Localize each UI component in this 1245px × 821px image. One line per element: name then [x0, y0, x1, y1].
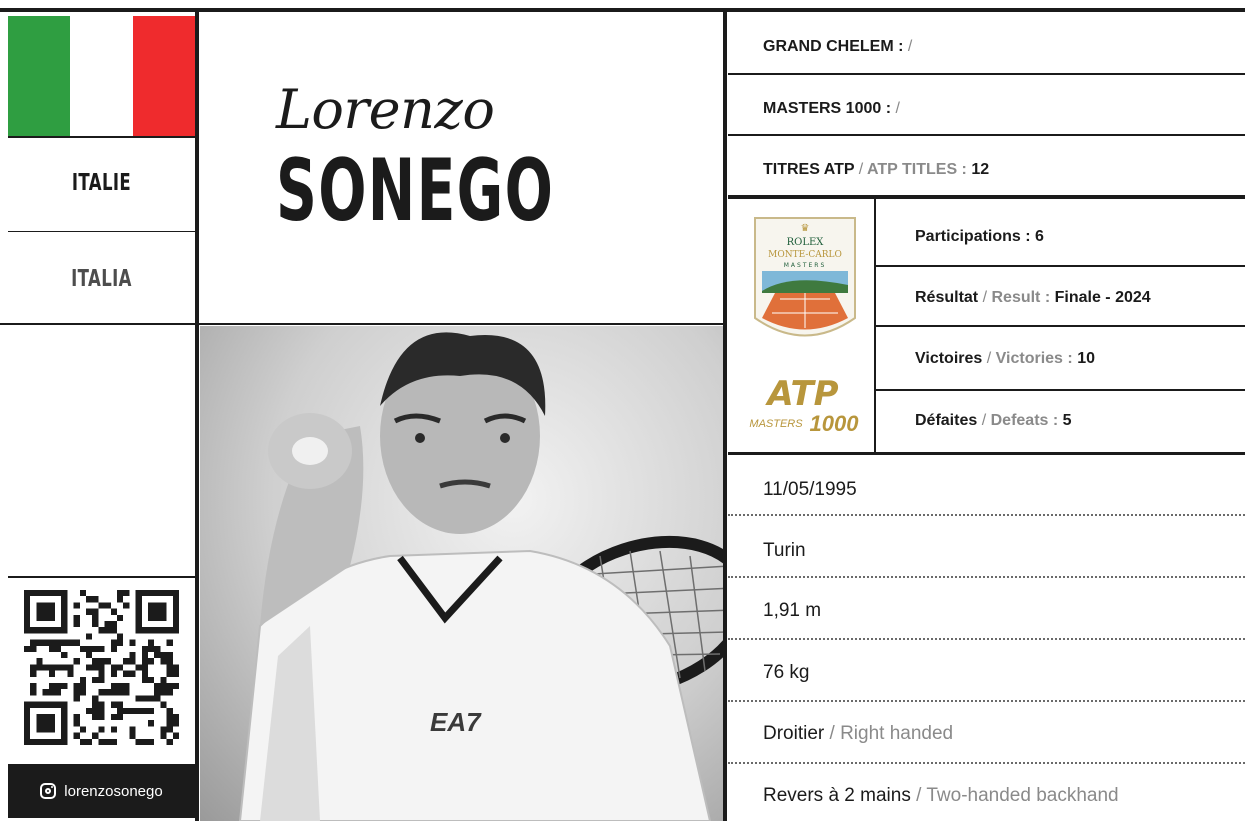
- logo-masters-text: MASTERS: [784, 262, 827, 269]
- separator: /: [986, 350, 992, 367]
- atp-masters-1000-logo: ATP MASTERS 1000: [749, 375, 860, 435]
- victories-label-fr: Victoires: [915, 350, 983, 367]
- player-photo: EA7: [200, 326, 723, 821]
- divider: [876, 265, 1245, 267]
- weight: 76 kg: [763, 662, 810, 683]
- victories-row: Victoires / Victories : 10: [915, 350, 1095, 368]
- divider: [728, 452, 1245, 455]
- separator: /: [829, 723, 835, 744]
- backhand-en: Two-handed backhand: [926, 785, 1119, 806]
- svg-text:♛: ♛: [801, 223, 810, 234]
- birthdate: 11/05/1995: [763, 479, 857, 500]
- divider: [8, 576, 195, 578]
- masters-label: MASTERS 1000 :: [763, 100, 892, 117]
- divider: [728, 73, 1245, 75]
- defeats-row: Défaites / Defeats : 5: [915, 412, 1072, 430]
- dotted-divider: [728, 762, 1245, 764]
- result-value: Finale - 2024: [1054, 289, 1151, 306]
- dotted-divider: [728, 638, 1245, 640]
- dotted-divider: [728, 700, 1245, 702]
- separator: /: [916, 785, 922, 806]
- divider: [876, 389, 1245, 391]
- country-name-fr: ITALIE: [71, 170, 132, 196]
- grand-slam-value: /: [907, 38, 913, 55]
- grand-slam-row: GRAND CHELEM : /: [763, 38, 912, 56]
- divider: [197, 323, 725, 325]
- atp-logo-text: ATP: [764, 375, 838, 414]
- atp-logo-sub-a: MASTERS: [749, 418, 803, 430]
- logo-rolex-text: ROLEX: [787, 237, 825, 248]
- top-border: [0, 0, 1245, 12]
- separator: /: [858, 161, 864, 178]
- instagram-icon: [40, 783, 57, 799]
- italy-flag: [8, 16, 195, 136]
- separator: /: [982, 289, 988, 306]
- separator: /: [981, 412, 987, 429]
- player-last-name: SONEGO: [276, 141, 555, 241]
- divider: [0, 323, 199, 325]
- defeats-label-en: Defeats :: [990, 412, 1059, 429]
- atp-logo-sub-b: 1000: [810, 411, 860, 435]
- backhand: Revers à 2 mains / Two-handed backhand: [763, 785, 1119, 807]
- column-divider: [723, 8, 727, 821]
- result-label-fr: Résultat: [915, 289, 979, 306]
- result-label-en: Result :: [991, 289, 1051, 306]
- atp-titles-row: TITRES ATP / ATP TITLES : 12: [763, 161, 989, 179]
- qr-code[interactable]: [24, 590, 179, 745]
- participations-value: 6: [1035, 228, 1044, 245]
- rolex-monte-carlo-logo: ♛ ROLEX MONTE-CARLO MASTERS: [754, 217, 856, 337]
- birthplace: Turin: [763, 540, 806, 561]
- handedness: Droitier / Right handed: [763, 723, 953, 745]
- divider: [8, 136, 195, 138]
- column-divider: [195, 8, 199, 821]
- titles-label-fr: TITRES ATP: [763, 161, 855, 178]
- dotted-divider: [728, 576, 1245, 578]
- defeats-label-fr: Défaites: [915, 412, 978, 429]
- instagram-handle[interactable]: lorenzosonego: [8, 764, 195, 818]
- divider: [8, 231, 195, 232]
- titles-value: 12: [971, 161, 990, 178]
- divider: [876, 325, 1245, 327]
- player-first-name: Lorenzo: [276, 78, 495, 141]
- participations-row: Participations : 6: [915, 228, 1044, 246]
- dotted-divider: [728, 514, 1245, 516]
- backhand-fr: Revers à 2 mains: [763, 785, 911, 806]
- divider: [728, 134, 1245, 136]
- victories-value: 10: [1077, 350, 1095, 367]
- masters-row: MASTERS 1000 : /: [763, 100, 900, 118]
- grand-slam-label: GRAND CHELEM :: [763, 38, 904, 55]
- height: 1,91 m: [763, 600, 822, 621]
- defeats-value: 5: [1062, 412, 1072, 429]
- masters-value: /: [895, 100, 900, 117]
- victories-label-en: Victories :: [995, 350, 1073, 367]
- handedness-en: Right handed: [840, 723, 954, 744]
- divider: [728, 195, 1245, 199]
- handedness-fr: Droitier: [763, 723, 825, 744]
- result-row: Résultat / Result : Finale - 2024: [915, 289, 1151, 307]
- logo-monte-carlo-text: MONTE-CARLO: [768, 250, 842, 260]
- instagram-username: lorenzosonego: [64, 782, 163, 800]
- shirt-brand-logo: EA7: [430, 707, 482, 737]
- titles-label-en: ATP TITLES :: [867, 161, 967, 178]
- participations-label: Participations :: [915, 228, 1031, 245]
- country-name-local: ITALIA: [71, 266, 132, 292]
